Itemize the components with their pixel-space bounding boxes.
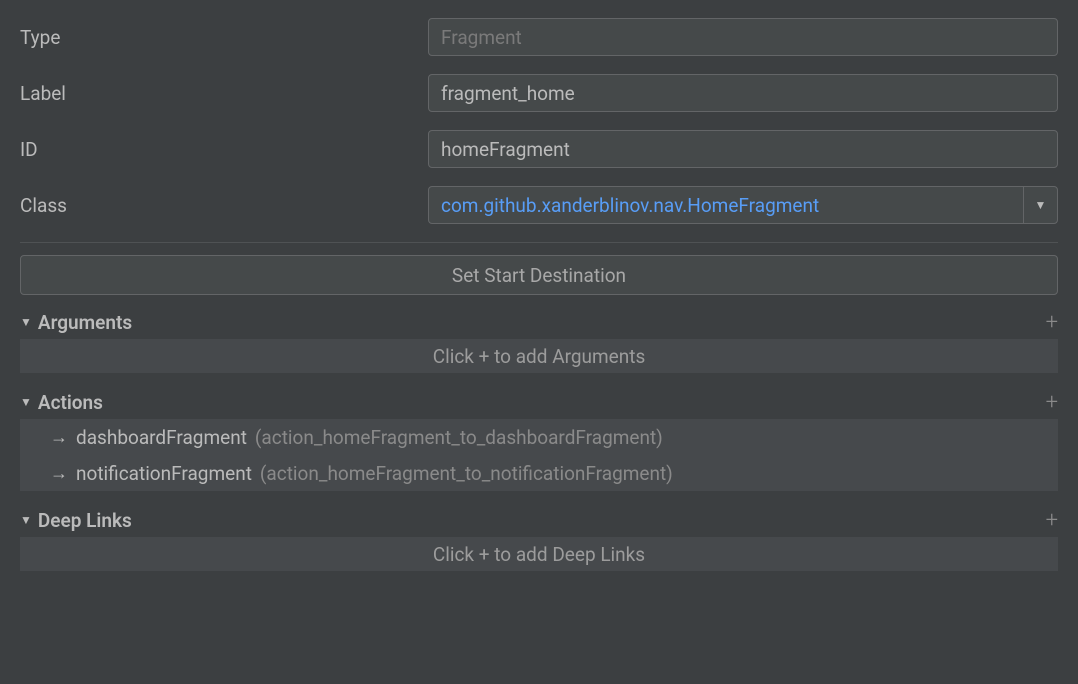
action-id: (action_homeFragment_to_notificationFrag… xyxy=(260,462,673,485)
actions-list: → dashboardFragment (action_homeFragment… xyxy=(20,419,1058,491)
deep-links-add-button[interactable]: + xyxy=(1046,508,1058,533)
caret-down-icon: ▼ xyxy=(20,513,32,527)
arguments-add-button[interactable]: + xyxy=(1046,310,1058,335)
action-destination: notificationFragment xyxy=(76,462,252,485)
class-value: com.github.xanderblinov.nav.HomeFragment xyxy=(441,194,1023,217)
deep-links-empty-hint: Click + to add Deep Links xyxy=(20,537,1058,571)
deep-links-title: Deep Links xyxy=(38,509,132,532)
arguments-section-header[interactable]: ▼ Arguments + xyxy=(20,305,1058,339)
deep-links-section-header[interactable]: ▼ Deep Links + xyxy=(20,503,1058,537)
label-value: fragment_home xyxy=(441,82,575,105)
action-item[interactable]: → notificationFragment (action_homeFragm… xyxy=(20,455,1058,491)
type-field: Fragment xyxy=(428,18,1058,56)
caret-down-icon: ▼ xyxy=(20,395,32,409)
label-field[interactable]: fragment_home xyxy=(428,74,1058,112)
arguments-title: Arguments xyxy=(38,311,132,334)
arrow-right-icon: → xyxy=(50,463,68,484)
id-value: homeFragment xyxy=(441,138,570,161)
action-item[interactable]: → dashboardFragment (action_homeFragment… xyxy=(20,419,1058,455)
action-destination: dashboardFragment xyxy=(76,426,247,449)
caret-down-icon: ▼ xyxy=(20,315,32,329)
arrow-right-icon: → xyxy=(50,427,68,448)
actions-section-header[interactable]: ▼ Actions + xyxy=(20,385,1058,419)
chevron-down-icon: ▼ xyxy=(1035,198,1047,212)
set-start-destination-label: Set Start Destination xyxy=(452,264,626,287)
arguments-empty-hint: Click + to add Arguments xyxy=(20,339,1058,373)
type-label: Type xyxy=(20,26,428,49)
class-field[interactable]: com.github.xanderblinov.nav.HomeFragment… xyxy=(428,186,1058,224)
id-field[interactable]: homeFragment xyxy=(428,130,1058,168)
actions-add-button[interactable]: + xyxy=(1046,390,1058,415)
actions-title: Actions xyxy=(38,391,103,414)
class-dropdown-button[interactable]: ▼ xyxy=(1023,187,1057,223)
id-label: ID xyxy=(20,138,428,161)
type-value: Fragment xyxy=(441,26,522,49)
set-start-destination-button[interactable]: Set Start Destination xyxy=(20,255,1058,295)
label-label: Label xyxy=(20,82,428,105)
class-label: Class xyxy=(20,194,428,217)
divider xyxy=(20,242,1058,243)
action-id: (action_homeFragment_to_dashboardFragmen… xyxy=(255,426,663,449)
